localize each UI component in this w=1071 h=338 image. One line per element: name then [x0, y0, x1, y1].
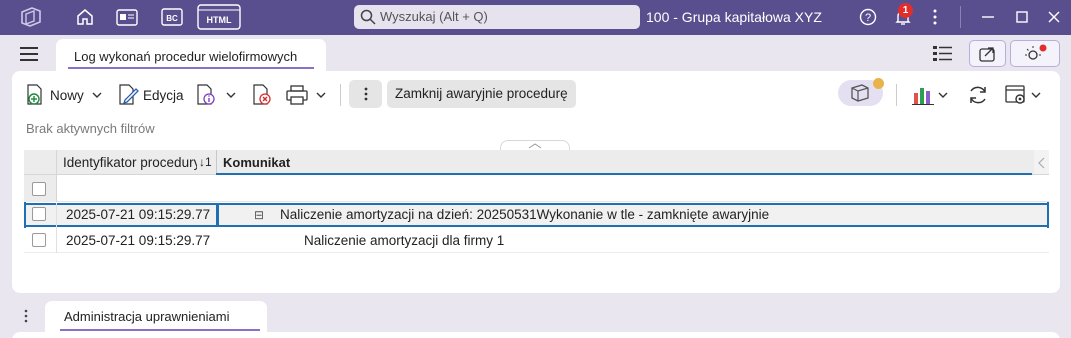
filters-status: Brak aktywnych filtrów: [26, 121, 155, 136]
column-header-identyfikator[interactable]: Identyfikator procedury ↓1: [56, 150, 216, 175]
edit-button[interactable]: Edycja: [118, 82, 184, 108]
tab-log-procedur[interactable]: Log wykonań procedur wielofirmowych: [56, 39, 326, 73]
filter-row: [24, 175, 1049, 202]
view-settings-button[interactable]: [1005, 82, 1041, 108]
bottom-panel: [12, 332, 1060, 338]
company-selector[interactable]: 100 - Grupa kapitałowa XYZ: [646, 9, 822, 25]
bulb-icon: [1025, 44, 1047, 60]
column-header-komunikat[interactable]: Komunikat: [216, 150, 1034, 175]
svg-text:BC: BC: [166, 14, 178, 23]
cell-komunikat: Naliczenie amortyzacji na dzień: 2025053…: [280, 207, 770, 222]
toolbar-separator: [340, 84, 341, 106]
row-checkbox[interactable]: [32, 233, 46, 247]
chevron-down-icon: [938, 92, 948, 98]
column-header-label: Identyfikator procedury: [63, 155, 197, 170]
title-separator: [960, 6, 961, 28]
row-checkbox[interactable]: [32, 207, 46, 221]
select-all-checkbox[interactable]: [32, 182, 46, 196]
chevron-down-icon: [226, 92, 236, 98]
help-icon[interactable]: ?: [858, 5, 878, 29]
sort-desc-icon[interactable]: ↓1: [199, 150, 212, 175]
bar-chart-icon: [912, 88, 934, 105]
cell-identyfikator: 2025-07-21 09:15:29.77: [66, 233, 211, 248]
cube-icon: [851, 84, 869, 102]
document-delete-icon: [253, 84, 271, 105]
tab-administracja[interactable]: Administracja uprawnieniami: [45, 301, 267, 333]
cell-komunikat: Naliczenie amortyzacji dla firmy 1: [304, 233, 505, 248]
home-icon[interactable]: [74, 5, 96, 29]
svg-text:HTML: HTML: [207, 15, 232, 25]
chevron-down-icon: [92, 92, 102, 98]
new-document-icon: [27, 84, 42, 105]
collapse-row-icon[interactable]: ⊟: [254, 204, 264, 226]
emergency-close-button[interactable]: Zamknij awaryjnie procedurę: [387, 80, 576, 108]
document-info-icon: [197, 84, 215, 105]
cell-identyfikator: 2025-07-21 09:15:29.77: [66, 207, 211, 222]
tab-label: Log wykonań procedur wielofirmowych: [74, 49, 298, 64]
theme-button[interactable]: [1010, 40, 1060, 67]
title-bar: BC HTML Wyszukaj (Alt + Q) 100 - Grupa k…: [0, 0, 1071, 35]
refresh-icon: [970, 86, 986, 104]
filter-row-divider: [56, 175, 57, 202]
row-focus-right: [1047, 202, 1049, 228]
tab-label: Administracja uprawnieniami: [64, 309, 230, 324]
chevron-up-icon: [528, 143, 542, 149]
new-button[interactable]: Nowy: [26, 82, 102, 108]
companies-toggle[interactable]: [838, 78, 884, 106]
edit-document-icon: [119, 84, 139, 105]
column-header-label: Komunikat: [223, 155, 291, 170]
chevron-left-icon: [1038, 157, 1045, 169]
hamburger-menu-icon[interactable]: [20, 47, 38, 64]
more-icon: [364, 87, 367, 101]
svg-text:?: ?: [865, 12, 871, 24]
share-icon: [978, 46, 995, 62]
info-button[interactable]: [196, 82, 236, 108]
close-icon[interactable]: [1046, 5, 1062, 29]
settings-icon: [1005, 85, 1025, 104]
search-input[interactable]: Wyszukaj (Alt + Q): [354, 5, 640, 29]
collapse-handle[interactable]: [500, 140, 570, 150]
html-icon[interactable]: HTML: [195, 4, 243, 30]
column-divider: [56, 203, 57, 253]
delete-button[interactable]: [252, 82, 274, 108]
toolbar-separator-2: [896, 84, 897, 106]
header-checkbox-col: [24, 150, 56, 175]
search-placeholder: Wyszukaj (Alt + Q): [380, 9, 488, 24]
tab-underline: [60, 329, 260, 331]
notification-badge: 1: [898, 3, 913, 18]
more-actions-button[interactable]: [349, 80, 382, 108]
list-view-icon[interactable]: [932, 45, 954, 66]
chevron-down-icon: [316, 92, 326, 98]
tab-underline: [68, 67, 314, 69]
refresh-button[interactable]: [967, 82, 989, 108]
chevron-down-icon: [1031, 92, 1041, 98]
printer-icon: [286, 85, 308, 105]
edit-button-label: Edycja: [143, 87, 184, 103]
cell-focus-marker: [216, 203, 219, 227]
print-button[interactable]: [286, 82, 326, 108]
minimize-icon[interactable]: [980, 5, 996, 29]
chart-button[interactable]: [912, 82, 948, 108]
share-button[interactable]: [969, 40, 1006, 67]
bc-icon[interactable]: BC: [160, 5, 184, 29]
status-dot: [873, 78, 884, 89]
search-icon: [360, 9, 376, 33]
row-focus-left: [24, 202, 26, 228]
more-icon[interactable]: [928, 5, 942, 29]
scroll-chevron[interactable]: [1034, 150, 1049, 175]
app-logo-icon[interactable]: [16, 5, 46, 29]
id-card-icon[interactable]: [115, 5, 139, 29]
new-button-label: Nowy: [50, 87, 84, 103]
bottom-more-icon[interactable]: [24, 309, 28, 326]
maximize-icon[interactable]: [1014, 5, 1030, 29]
